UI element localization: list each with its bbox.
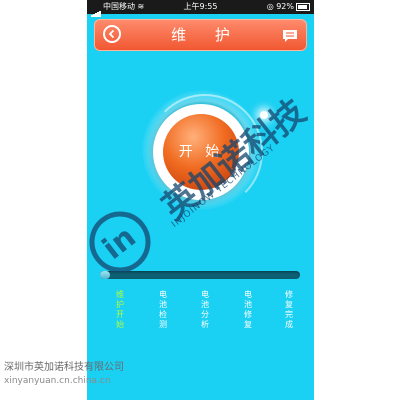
header-bar: 维 护: [94, 19, 307, 51]
message-button[interactable]: [282, 28, 298, 42]
progress-bar: [100, 271, 300, 279]
app-screen: 中国移动 ≋ 上午9:55 ◎ 92% 维 护 开 始 维护开始 电池检测 电池…: [87, 0, 314, 400]
battery-icon: [296, 2, 310, 11]
page-title: 维 护: [171, 26, 242, 44]
start-button[interactable]: 开 始: [163, 114, 239, 190]
message-icon: [283, 30, 297, 42]
glow-dot: [260, 111, 268, 119]
progress-fill: [100, 271, 110, 279]
step-battery-test: 电池检测: [159, 290, 167, 329]
battery-indicator: ◎ 92%: [267, 0, 310, 14]
step-maintenance-start: 维护开始: [116, 290, 124, 329]
step-battery-repair: 电池修复: [244, 290, 252, 329]
battery-fill: [298, 4, 308, 9]
lock-rotation-icon: ◎: [266, 2, 277, 11]
step-repair-complete: 修复完成: [285, 290, 293, 329]
step-battery-analysis: 电池分析: [201, 290, 209, 329]
battery-percent: 92%: [276, 2, 294, 11]
status-bar: 中国移动 ≋ 上午9:55 ◎ 92%: [87, 0, 314, 17]
